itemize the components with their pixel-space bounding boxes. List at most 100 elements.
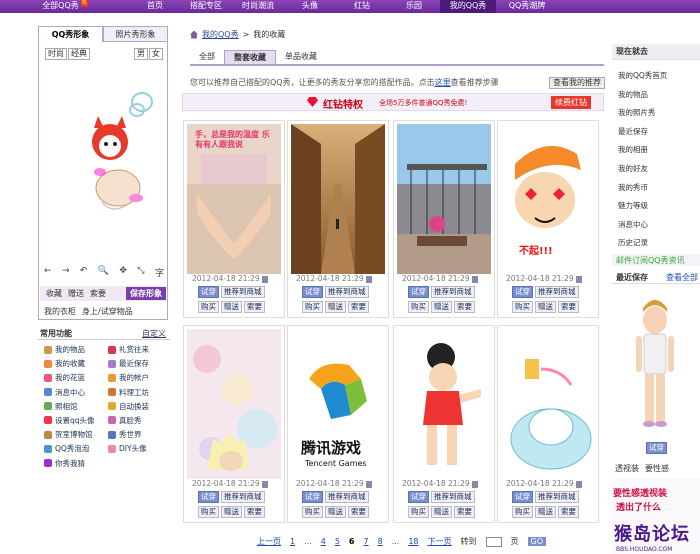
recommend-button[interactable]: 推荐到商城 [325, 286, 369, 298]
quick-link[interactable]: 我的好友 [618, 163, 667, 174]
quick-link[interactable]: 我的QQ秀首页 [618, 70, 667, 81]
try-on-button[interactable]: 试穿 [302, 286, 323, 298]
page-link[interactable]: 1 [290, 537, 295, 546]
recent-try-button[interactable]: 试穿 [646, 442, 667, 454]
buy-button[interactable]: 购买 [198, 301, 219, 313]
recommend-button[interactable]: 推荐到商城 [221, 491, 265, 503]
quick-link[interactable]: 魅力等级 [618, 200, 667, 211]
gift-button[interactable]: 赠送 [535, 301, 556, 313]
try-on-button[interactable]: 试穿 [408, 286, 429, 298]
tab-see-through[interactable]: 透视装 [615, 463, 639, 474]
resize-icon[interactable]: ⤡ [137, 266, 144, 279]
nav-item-3[interactable]: 时尚潮流 [232, 0, 284, 13]
outfit-thumbnail[interactable] [291, 124, 385, 274]
function-item[interactable]: 我的帐户 [108, 372, 172, 383]
move-icon[interactable]: ✥ [119, 266, 127, 279]
quick-link[interactable]: 历史记录 [618, 237, 667, 248]
try-on-button[interactable]: 试穿 [198, 286, 219, 298]
trash-icon[interactable] [261, 480, 268, 488]
try-on-button[interactable]: 试穿 [512, 491, 533, 503]
redo-icon[interactable]: → [62, 266, 70, 279]
page-link[interactable]: 4 [321, 537, 326, 546]
view-all-link[interactable]: 查看全部 [666, 272, 698, 283]
gender-male-button[interactable]: 男 [134, 48, 148, 60]
view-my-recommend-button[interactable]: 查看我的推荐 [549, 77, 605, 89]
recommend-button[interactable]: 推荐到商城 [431, 491, 475, 503]
buy-button[interactable]: 购买 [302, 506, 323, 518]
recommend-button[interactable]: 推荐到商城 [535, 491, 579, 503]
trash-icon[interactable] [471, 275, 478, 283]
nav-item-6[interactable]: 乐园 [388, 0, 440, 13]
recommend-button[interactable]: 推荐到商城 [431, 286, 475, 298]
text-icon[interactable]: 字 [155, 266, 164, 279]
nav-item-7[interactable]: 我的QQ秀 [440, 0, 496, 13]
function-item[interactable]: 你秀我猜 [44, 458, 108, 469]
page-link[interactable]: 8 [378, 537, 383, 546]
outfit-thumbnail[interactable]: 不起!!!不起!!! [501, 124, 595, 274]
next-page-link[interactable]: 下一页 [428, 536, 452, 547]
quick-link[interactable]: 我的物品 [618, 89, 667, 100]
buy-button[interactable]: 购买 [512, 506, 533, 518]
recommend-button[interactable]: 推荐到商城 [221, 286, 265, 298]
trash-icon[interactable] [575, 480, 582, 488]
tab-photo-show-avatar[interactable]: 照片秀形象 [103, 26, 168, 42]
collect-button[interactable]: 收藏 [46, 288, 62, 299]
try-on-button[interactable]: 试穿 [408, 491, 429, 503]
nav-item-4[interactable]: 头像 [284, 0, 336, 13]
gift-button[interactable]: 赠送 [221, 506, 242, 518]
tab-all[interactable]: 全部 [190, 50, 224, 64]
try-on-button[interactable]: 试穿 [302, 491, 323, 503]
function-item[interactable]: 照相馆 [44, 401, 108, 412]
ask-button[interactable]: 索要 [348, 506, 369, 518]
function-item[interactable]: 自动换装 [108, 401, 172, 412]
style-fashion-button[interactable]: 时尚 [45, 48, 67, 60]
trash-icon[interactable] [365, 480, 372, 488]
gift-button[interactable]: 赠送 [221, 301, 242, 313]
my-wardrobe-link[interactable]: 我的衣柜 [44, 306, 76, 317]
gift-button[interactable]: 赠送 [325, 506, 346, 518]
reset-icon[interactable]: ↶ [80, 266, 88, 279]
breadcrumb-my-qq-show[interactable]: 我的QQ秀 [202, 29, 239, 40]
function-item[interactable]: 礼赏往来 [108, 344, 172, 355]
outfit-thumbnail[interactable] [501, 329, 595, 479]
tab-qq-show-avatar[interactable]: QQ秀形象 [38, 26, 103, 42]
page-link[interactable]: 5 [335, 537, 340, 546]
page-link[interactable]: 6 [349, 537, 355, 546]
outfit-thumbnail[interactable]: 手，总是我的温度 乐有有人跟我说 [187, 124, 281, 274]
nav-item-2[interactable]: 搭配专区 [180, 0, 232, 13]
function-item[interactable]: 贺室博物馆 [44, 429, 108, 440]
trash-icon[interactable] [261, 275, 268, 283]
buy-button[interactable]: 购买 [302, 301, 323, 313]
save-avatar-button[interactable]: 保存形象 [126, 287, 166, 300]
try-on-button[interactable]: 试穿 [198, 491, 219, 503]
function-item[interactable]: 料理工坊 [108, 387, 172, 398]
nav-item-1[interactable]: 首页 [130, 0, 180, 13]
function-item[interactable]: 真脸秀 [108, 415, 172, 426]
gift-button[interactable]: 赠送 [325, 301, 346, 313]
undo-icon[interactable]: ← [44, 266, 52, 279]
gender-female-button[interactable]: 女 [149, 48, 163, 60]
buy-button[interactable]: 购买 [408, 506, 429, 518]
gift-button[interactable]: 赠送 [535, 506, 556, 518]
buy-button[interactable]: 购买 [198, 506, 219, 518]
quick-link[interactable]: 我的相册 [618, 144, 667, 155]
outfit-thumbnail[interactable] [397, 329, 491, 479]
function-item[interactable]: 最近保存 [108, 358, 172, 369]
function-item[interactable]: QQ秀泡泡 [44, 443, 108, 454]
renew-red-diamond-button[interactable]: 续费红钻 [551, 96, 591, 109]
tab-outfit-collection[interactable]: 整套收藏 [224, 50, 276, 64]
quick-link[interactable]: 最近保存 [618, 126, 667, 137]
function-item[interactable]: 我的物品 [44, 344, 108, 355]
function-item[interactable]: 设置qq头像 [44, 415, 108, 426]
ask-button[interactable]: 索要 [454, 301, 475, 313]
gift-button[interactable]: 赠送 [431, 301, 452, 313]
outfit-thumbnail[interactable]: 腾讯游戏 Tencent Games [291, 329, 385, 479]
recommend-button[interactable]: 推荐到商城 [535, 286, 579, 298]
go-button[interactable]: GO [527, 537, 547, 546]
buy-button[interactable]: 购买 [512, 301, 533, 313]
mail-subscribe-link[interactable]: 邮件订阅QQ秀资讯 [612, 254, 700, 266]
ask-button[interactable]: 索要 [558, 301, 579, 313]
nav-item-8[interactable]: QQ秀潮牌 [496, 0, 558, 13]
gift-button[interactable]: 赠送 [68, 288, 84, 299]
style-classic-button[interactable]: 经典 [68, 48, 90, 60]
